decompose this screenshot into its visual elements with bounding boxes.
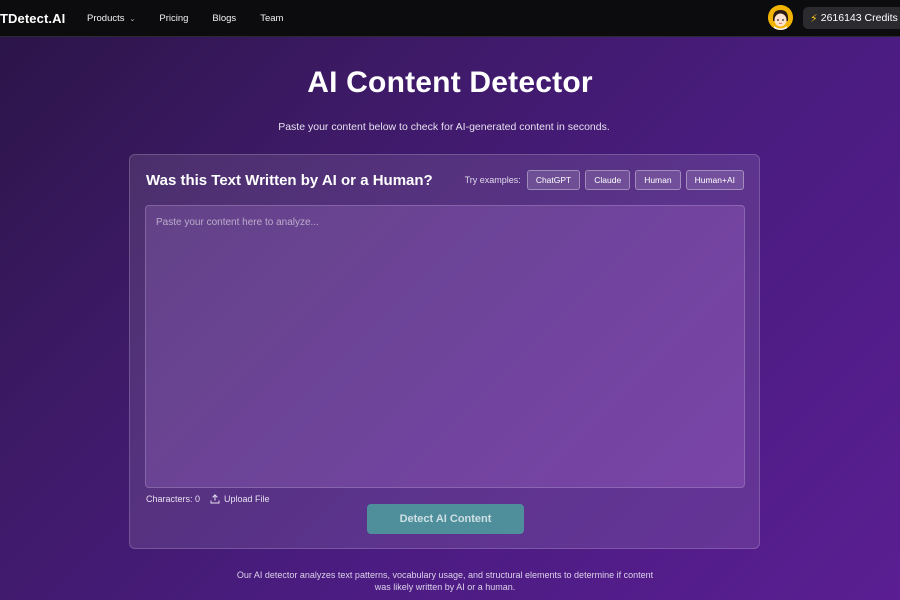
example-human-ai-button[interactable]: Human+AI <box>685 170 744 190</box>
textarea-footer: Characters: 0 Upload File <box>146 493 270 505</box>
page-title: AI Content Detector <box>307 66 593 99</box>
credits-badge[interactable]: ⚡ 2616143 Credits <box>803 7 900 29</box>
detector-card: Was this Text Written by AI or a Human? … <box>129 154 760 549</box>
avatar[interactable] <box>768 5 793 30</box>
example-chatgpt-button[interactable]: ChatGPT <box>526 170 581 190</box>
detect-button[interactable]: Detect AI Content <box>367 504 524 534</box>
info-note: Our AI detector analyzes text patterns, … <box>236 570 654 592</box>
upload-file-button[interactable]: Upload File <box>210 494 270 504</box>
nav-team-label: Team <box>260 13 284 24</box>
site-logo[interactable]: TDetect.AI <box>0 0 65 37</box>
nav-blogs-label: Blogs <box>212 13 237 24</box>
chevron-down-icon: ⌄ <box>129 15 136 23</box>
upload-icon <box>210 494 220 504</box>
upload-file-label: Upload File <box>224 494 270 504</box>
nav-blogs[interactable]: Blogs <box>212 13 236 24</box>
examples-label: Try examples: <box>464 175 521 185</box>
bolt-icon: ⚡ <box>810 12 818 25</box>
content-textarea[interactable] <box>145 205 745 488</box>
avatar-image <box>768 5 793 30</box>
top-navbar: TDetect.AI Products ⌄ Pricing Blogs Team… <box>0 0 900 37</box>
example-claude-button[interactable]: Claude <box>585 170 631 190</box>
examples-group: Try examples: ChatGPT Claude Human Human… <box>465 170 744 190</box>
nav-products-label: Products <box>87 13 125 24</box>
main-nav: Products ⌄ Pricing Blogs Team <box>87 0 307 37</box>
example-human-button[interactable]: Human <box>635 170 681 190</box>
credits-text: 2616143 Credits <box>820 12 898 24</box>
page-subtitle: Paste your content below to check for AI… <box>278 121 610 133</box>
card-title: Was this Text Written by AI or a Human? <box>146 172 433 189</box>
nav-products[interactable]: Products ⌄ <box>87 13 135 24</box>
nav-pricing[interactable]: Pricing <box>159 13 188 24</box>
character-count: Characters: 0 <box>146 494 201 504</box>
nav-pricing-label: Pricing <box>159 13 189 24</box>
nav-team[interactable]: Team <box>260 13 283 24</box>
